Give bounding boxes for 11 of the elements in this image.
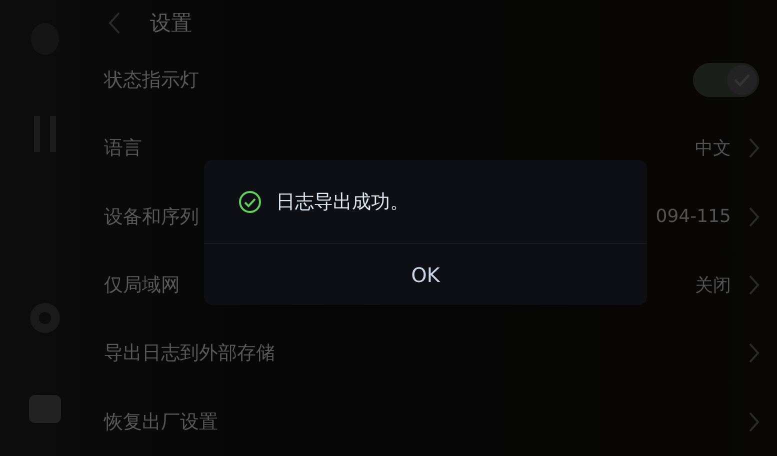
page-title: 设置	[150, 10, 192, 37]
setting-label: 仅局域网	[104, 273, 180, 298]
setting-label: 导出日志到外部存储	[104, 341, 275, 366]
setting-label: 状态指示灯	[104, 68, 199, 94]
setting-label: 语言	[104, 136, 142, 162]
setting-label: 设备和序列	[104, 204, 199, 230]
setting-label: 恢复出厂设置	[104, 410, 218, 435]
dialog-message: 日志导出成功。	[276, 190, 409, 214]
setting-value: 关闭	[695, 274, 731, 298]
setting-value: 094-115	[656, 206, 731, 228]
setting-value: 中文	[695, 137, 731, 160]
